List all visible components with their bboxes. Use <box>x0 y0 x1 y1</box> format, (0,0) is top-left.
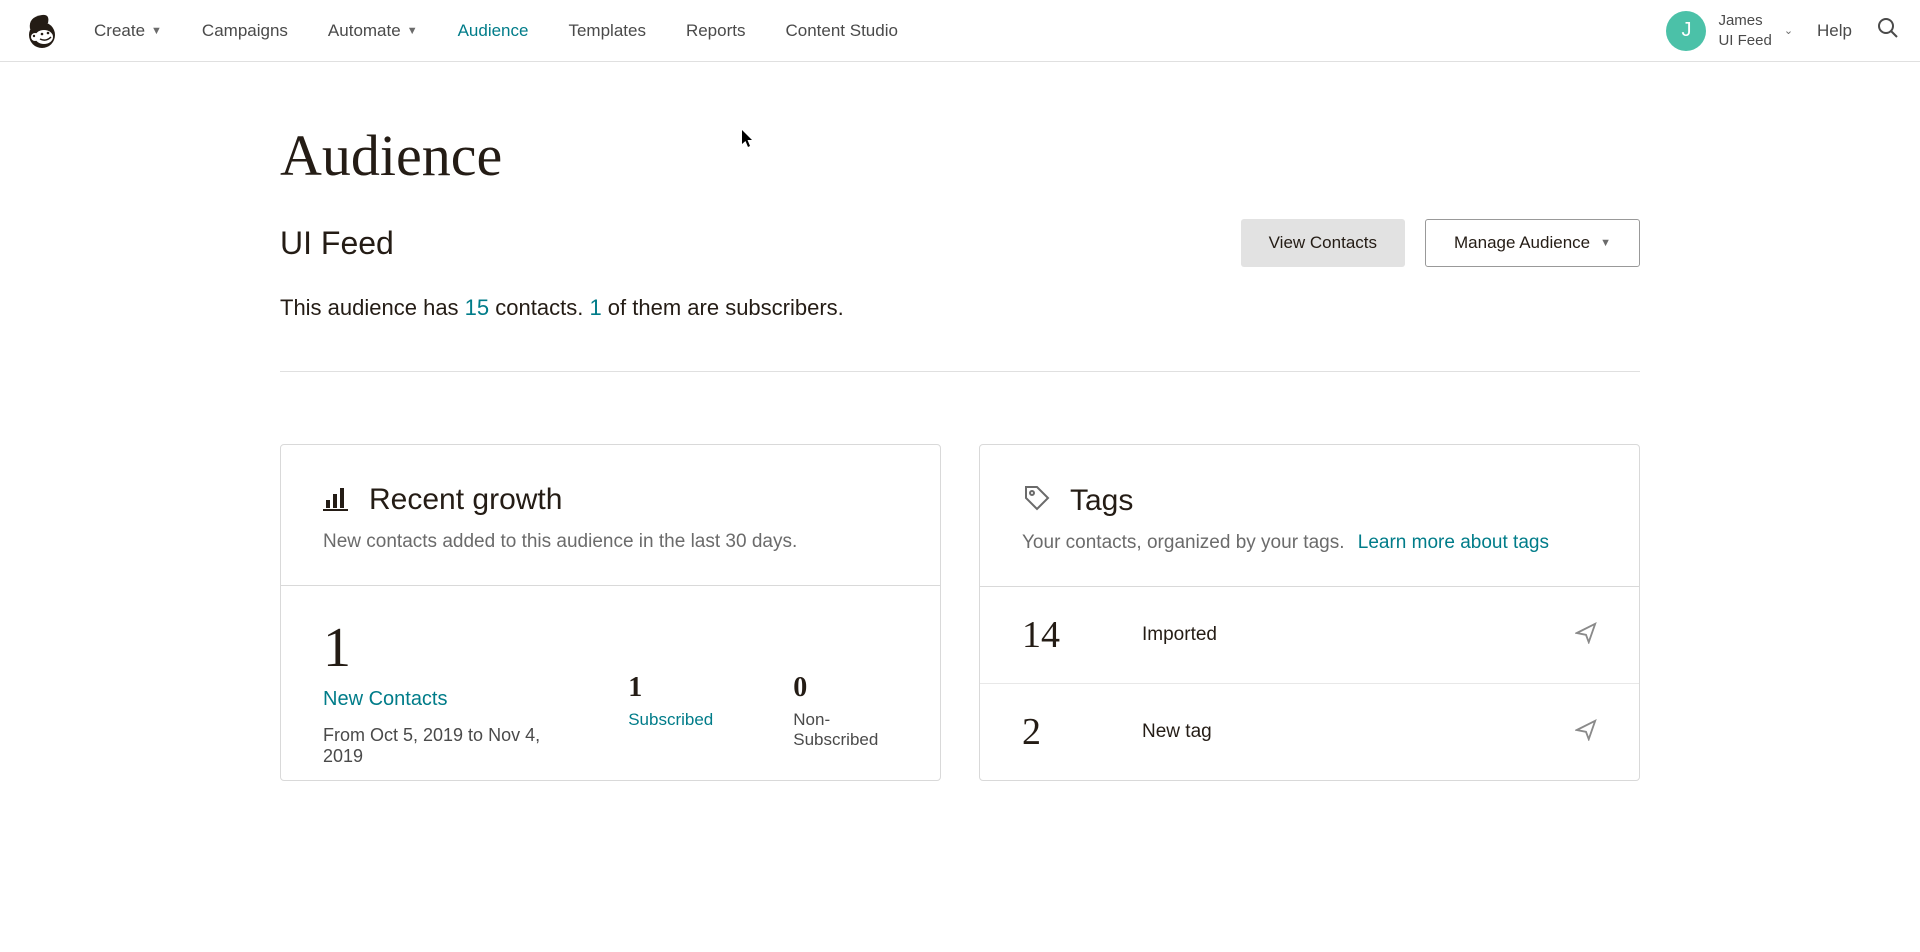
nav-campaigns-label: Campaigns <box>202 21 288 41</box>
chevron-down-icon: ▼ <box>407 25 418 37</box>
subscribed-col: 1 Subscribed <box>628 672 713 730</box>
tag-row[interactable]: 2 New tag <box>980 684 1639 780</box>
nav-content-studio[interactable]: Content Studio <box>785 21 897 41</box>
send-icon[interactable] <box>1575 719 1597 746</box>
tags-card: Tags Your contacts, organized by your ta… <box>979 444 1640 781</box>
nav-items: Create ▼ Campaigns Automate ▼ Audience T… <box>94 21 1666 41</box>
avatar-initial: J <box>1681 19 1691 42</box>
subscribed-number: 1 <box>628 672 713 704</box>
view-contacts-button[interactable]: View Contacts <box>1241 219 1405 267</box>
nav-audience[interactable]: Audience <box>458 21 529 41</box>
card-title-row: Recent growth <box>323 483 898 517</box>
growth-date-range: From Oct 5, 2019 to Nov 4, 2019 <box>323 725 548 767</box>
chevron-down-icon: ▼ <box>151 25 162 37</box>
page-title: Audience <box>280 122 1640 189</box>
audience-name: UI Feed <box>280 225 394 262</box>
manage-audience-button[interactable]: Manage Audience ▼ <box>1425 219 1640 267</box>
nav-templates[interactable]: Templates <box>568 21 645 41</box>
manage-audience-label: Manage Audience <box>1454 233 1590 253</box>
mailchimp-logo[interactable] <box>20 9 64 53</box>
nav-audience-label: Audience <box>458 21 529 41</box>
top-navigation: Create ▼ Campaigns Automate ▼ Audience T… <box>0 0 1920 62</box>
new-contacts-number: 1 <box>323 620 548 676</box>
card-header: Tags Your contacts, organized by your ta… <box>980 445 1639 587</box>
bar-chart-icon <box>323 484 351 517</box>
audience-summary: This audience has 15 contacts. 1 of them… <box>280 295 1640 321</box>
summary-suffix: of them are subscribers. <box>602 295 844 320</box>
subscribed-label[interactable]: Subscribed <box>628 710 713 730</box>
audience-header-row: UI Feed View Contacts Manage Audience ▼ <box>280 219 1640 267</box>
chevron-down-icon: ▼ <box>1600 237 1611 249</box>
user-name: James <box>1718 11 1771 31</box>
avatar: J <box>1666 11 1706 51</box>
tags-subtitle: Your contacts, organized by your tags. L… <box>1022 532 1597 554</box>
user-info: James UI Feed <box>1718 11 1771 50</box>
nav-reports[interactable]: Reports <box>686 21 746 41</box>
main-content: Audience UI Feed View Contacts Manage Au… <box>210 62 1710 841</box>
summary-prefix: This audience has <box>280 295 465 320</box>
nonsubscribed-number: 0 <box>793 672 898 704</box>
tag-name: Imported <box>1142 624 1575 646</box>
nonsubscribed-col: 0 Non-Subscribed <box>793 672 898 750</box>
help-link[interactable]: Help <box>1817 21 1852 41</box>
divider <box>280 371 1640 372</box>
nav-automate[interactable]: Automate ▼ <box>328 21 418 41</box>
tag-count: 14 <box>1022 613 1142 657</box>
growth-body: 1 New Contacts From Oct 5, 2019 to Nov 4… <box>281 586 940 767</box>
growth-main-col: 1 New Contacts From Oct 5, 2019 to Nov 4… <box>323 620 548 767</box>
nav-campaigns[interactable]: Campaigns <box>202 21 288 41</box>
tag-icon <box>1022 483 1052 518</box>
card-title-row: Tags <box>1022 483 1597 518</box>
cards-row: Recent growth New contacts added to this… <box>280 444 1640 781</box>
nav-right: J James UI Feed ⌄ Help <box>1666 11 1900 51</box>
growth-title: Recent growth <box>369 483 562 517</box>
nav-templates-label: Templates <box>568 21 645 41</box>
user-menu[interactable]: J James UI Feed ⌄ <box>1666 11 1793 51</box>
contacts-count[interactable]: 15 <box>465 295 489 320</box>
tags-subtitle-text: Your contacts, organized by your tags. <box>1022 532 1345 553</box>
tag-row[interactable]: 14 Imported <box>980 587 1639 684</box>
subscribers-count[interactable]: 1 <box>589 295 601 320</box>
learn-more-tags-link[interactable]: Learn more about tags <box>1358 532 1549 553</box>
new-contacts-label[interactable]: New Contacts <box>323 688 548 711</box>
user-subtitle: UI Feed <box>1718 31 1771 51</box>
card-header: Recent growth New contacts added to this… <box>281 445 940 586</box>
search-icon[interactable] <box>1876 16 1900 45</box>
nav-reports-label: Reports <box>686 21 746 41</box>
nav-content-studio-label: Content Studio <box>785 21 897 41</box>
send-icon[interactable] <box>1575 622 1597 649</box>
recent-growth-card: Recent growth New contacts added to this… <box>280 444 941 781</box>
header-buttons: View Contacts Manage Audience ▼ <box>1241 219 1640 267</box>
summary-mid: contacts. <box>489 295 589 320</box>
tag-name: New tag <box>1142 721 1575 743</box>
view-contacts-label: View Contacts <box>1269 233 1377 253</box>
chevron-down-icon: ⌄ <box>1784 24 1793 37</box>
nonsubscribed-label: Non-Subscribed <box>793 710 898 750</box>
nav-create-label: Create <box>94 21 145 41</box>
tags-title: Tags <box>1070 484 1133 518</box>
tag-count: 2 <box>1022 710 1142 754</box>
growth-subtitle: New contacts added to this audience in t… <box>323 531 898 553</box>
nav-create[interactable]: Create ▼ <box>94 21 162 41</box>
nav-automate-label: Automate <box>328 21 401 41</box>
